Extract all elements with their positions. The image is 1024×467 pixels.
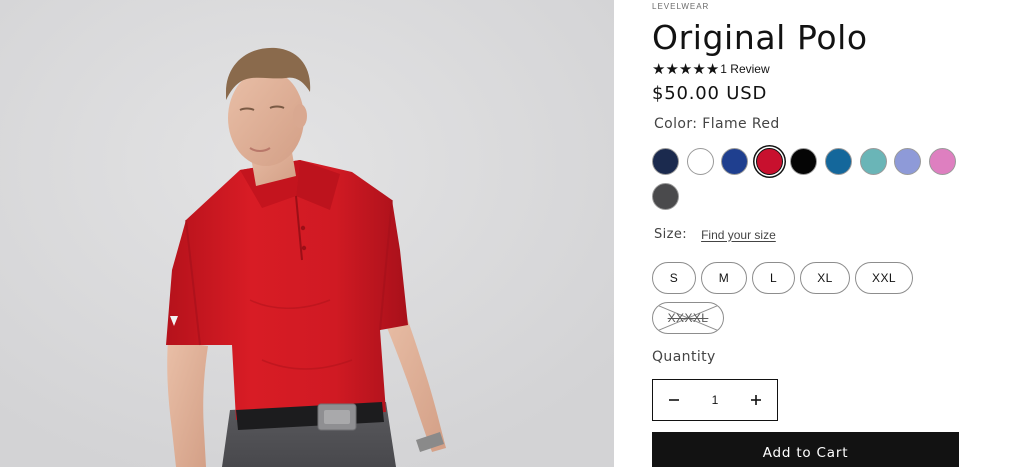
product-photo-illustration: [0, 0, 614, 467]
color-swatch-8[interactable]: [894, 148, 922, 175]
color-swatch-9[interactable]: [928, 148, 956, 175]
product-title: Original Polo: [652, 18, 868, 57]
color-swatch-10[interactable]: [652, 183, 679, 210]
product-rating[interactable]: ★ ★ ★ ★ ★ 1 Review: [652, 61, 770, 77]
size-option-s[interactable]: S: [652, 262, 696, 294]
quantity-increase-button[interactable]: [735, 380, 777, 420]
color-swatch-6[interactable]: [824, 148, 852, 175]
size-option-m[interactable]: M: [701, 262, 747, 294]
product-image[interactable]: [0, 0, 614, 467]
rating-stars: ★ ★ ★ ★ ★: [652, 59, 720, 78]
quantity-input[interactable]: [695, 380, 735, 420]
star-icon: ★: [678, 59, 693, 78]
star-icon: ★: [692, 59, 706, 78]
color-swatch-1[interactable]: [652, 148, 679, 175]
color-swatch-list: [652, 148, 962, 210]
star-icon: ★: [652, 59, 666, 78]
color-label: Color: Flame Red: [654, 116, 780, 132]
color-swatch-7[interactable]: [859, 148, 887, 175]
size-label: Size:: [654, 227, 688, 242]
size-option-xl[interactable]: XL: [800, 262, 850, 294]
size-row: Size: Find your size: [654, 227, 776, 242]
minus-icon: [669, 399, 679, 401]
product-info-panel: LEVELWEAR Original Polo ★ ★ ★ ★ ★ 1 Revi…: [652, 0, 972, 467]
product-vendor: LEVELWEAR: [652, 2, 710, 11]
add-to-cart-button[interactable]: Add to Cart: [652, 432, 959, 467]
size-option-xxxxl-unavailable[interactable]: XXXXL: [652, 302, 724, 334]
star-icon: ★: [705, 59, 720, 78]
size-option-list: S M L XL XXL XXXXL: [652, 262, 952, 334]
quantity-decrease-button[interactable]: [653, 380, 695, 420]
color-swatch-4[interactable]: [755, 148, 783, 175]
plus-icon: [751, 395, 761, 405]
size-option-xxl[interactable]: XXL: [855, 262, 913, 294]
quantity-label: Quantity: [652, 349, 716, 365]
size-guide-link[interactable]: Find your size: [701, 228, 776, 242]
color-swatch-3[interactable]: [721, 148, 749, 175]
product-price: $50.00 USD: [652, 83, 768, 104]
color-swatch-5[interactable]: [790, 148, 818, 175]
star-icon: ★: [665, 59, 679, 78]
color-swatch-2[interactable]: [686, 148, 714, 175]
size-option-l[interactable]: L: [752, 262, 795, 294]
quantity-stepper: [652, 379, 778, 421]
review-count-link[interactable]: 1 Review: [720, 62, 769, 76]
